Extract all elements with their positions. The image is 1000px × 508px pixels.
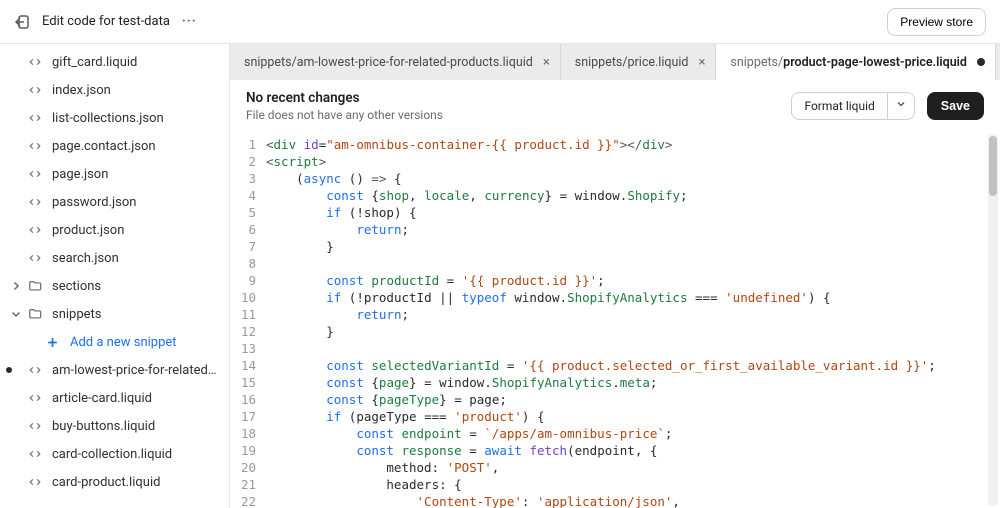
editor-tab[interactable]: snippets/price.liquid ×: [561, 44, 717, 80]
plus-icon: [46, 336, 62, 349]
code-icon: [28, 139, 44, 153]
format-liquid-caret[interactable]: [887, 93, 914, 119]
file-label: am-lowest-price-for-related-prod...: [52, 363, 217, 378]
code-content[interactable]: <div id="am-omnibus-container-{{ product…: [266, 132, 1000, 508]
file-label: index.json: [52, 83, 111, 98]
folder-icon: [28, 279, 44, 293]
tab-label: snippets/am-lowest-price-for-related-pro…: [244, 55, 533, 70]
file-toolbar: No recent changes File does not have any…: [230, 80, 1000, 132]
sidebar-file[interactable]: buy-buttons.liquid: [0, 412, 229, 440]
sidebar-file[interactable]: card-product.liquid: [0, 468, 229, 496]
add-snippet-button[interactable]: Add a new snippet: [0, 328, 229, 356]
code-icon: [28, 419, 44, 433]
editor-tabs: snippets/am-lowest-price-for-related-pro…: [230, 44, 1000, 80]
tab-label: snippets/product-page-lowest-price.liqui…: [730, 55, 967, 70]
file-label: page.json: [52, 167, 108, 182]
code-icon: [28, 195, 44, 209]
sidebar-folder-sections[interactable]: sections: [0, 272, 229, 300]
code-icon: [28, 251, 44, 265]
dirty-dot-icon: [977, 58, 985, 66]
changes-title: No recent changes: [246, 90, 779, 106]
editor-tab[interactable]: snippets/product-page-lowest-price.liqui…: [716, 44, 996, 80]
sidebar-file[interactable]: list-collections.json: [0, 104, 229, 132]
sidebar-file[interactable]: page.json: [0, 160, 229, 188]
code-icon: [28, 223, 44, 237]
file-label: article-card.liquid: [52, 391, 152, 406]
file-label: gift_card.liquid: [52, 55, 137, 70]
sidebar-file[interactable]: page.contact.json: [0, 132, 229, 160]
sidebar-file[interactable]: gift_card.liquid: [0, 48, 229, 76]
sidebar-file[interactable]: search.json: [0, 244, 229, 272]
code-icon: [28, 391, 44, 405]
chevron-down-icon: [10, 308, 24, 320]
topbar: Edit code for test-data ··· Preview stor…: [0, 0, 1000, 44]
format-liquid-label[interactable]: Format liquid: [792, 93, 886, 119]
file-label: card-collection.liquid: [52, 447, 172, 462]
sidebar-file[interactable]: password.json: [0, 188, 229, 216]
code-icon: [28, 55, 44, 69]
sidebar-file[interactable]: product.json: [0, 216, 229, 244]
file-label: search.json: [52, 251, 119, 266]
code-editor[interactable]: 1234567891011121314151617181920212223242…: [230, 132, 1000, 508]
file-sidebar[interactable]: gift_card.liquid index.json list-collectio…: [0, 44, 230, 508]
preview-store-button[interactable]: Preview store: [887, 8, 986, 36]
editor-tab[interactable]: snippets/am-lowest-price-for-related-pro…: [230, 44, 561, 80]
code-icon: [28, 475, 44, 489]
sidebar-folder-snippets[interactable]: snippets: [0, 300, 229, 328]
more-actions-button[interactable]: ···: [182, 14, 197, 29]
chevron-right-icon: [10, 280, 24, 292]
sidebar-file[interactable]: am-lowest-price-for-related-prod...: [0, 356, 229, 384]
editor-main: snippets/am-lowest-price-for-related-pro…: [230, 44, 1000, 508]
folder-label: snippets: [52, 307, 102, 322]
close-tab-icon[interactable]: ×: [698, 55, 705, 70]
file-label: product.json: [52, 223, 124, 238]
code-icon: [28, 167, 44, 181]
exit-icon[interactable]: [14, 14, 30, 30]
editor-scrollbar[interactable]: [988, 134, 998, 506]
format-liquid-button[interactable]: Format liquid: [791, 92, 914, 120]
sidebar-file[interactable]: index.json: [0, 76, 229, 104]
line-gutter: 1234567891011121314151617181920212223242…: [230, 132, 266, 508]
file-label: buy-buttons.liquid: [52, 419, 155, 434]
file-label: password.json: [52, 195, 136, 210]
file-label: list-collections.json: [52, 111, 164, 126]
code-icon: [28, 363, 44, 377]
code-icon: [28, 83, 44, 97]
tab-label: snippets/price.liquid: [575, 55, 689, 70]
changes-subtitle: File does not have any other versions: [246, 108, 779, 122]
sidebar-file[interactable]: card-collection.liquid: [0, 440, 229, 468]
folder-label: sections: [52, 279, 101, 294]
code-icon: [28, 111, 44, 125]
file-label: page.contact.json: [52, 139, 156, 154]
sidebar-file[interactable]: article-card.liquid: [0, 384, 229, 412]
add-snippet-label: Add a new snippet: [70, 335, 177, 350]
page-title: Edit code for test-data: [42, 14, 170, 29]
dirty-dot-icon: [6, 367, 12, 373]
save-button[interactable]: Save: [927, 92, 984, 120]
folder-icon: [28, 307, 44, 321]
file-label: card-product.liquid: [52, 475, 160, 490]
close-tab-icon[interactable]: ×: [543, 55, 550, 70]
code-icon: [28, 447, 44, 461]
